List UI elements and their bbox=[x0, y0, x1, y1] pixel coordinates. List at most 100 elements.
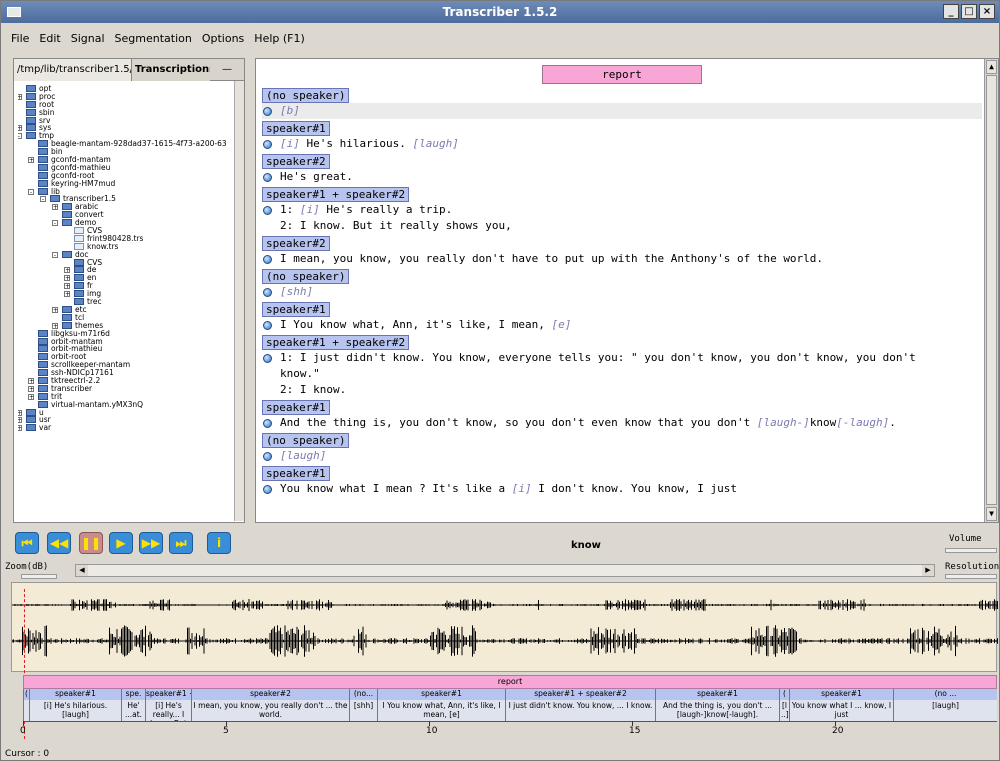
speaker-label[interactable]: (no speaker) bbox=[262, 433, 350, 448]
tree-item[interactable]: CVS bbox=[18, 258, 236, 267]
text-segment[interactable]: I mean, you know, you really don't ... t… bbox=[191, 700, 349, 721]
sync-bullet-icon[interactable] bbox=[263, 419, 272, 428]
collapse-icon[interactable]: - bbox=[18, 133, 22, 140]
menu-options[interactable]: Options bbox=[202, 29, 244, 49]
expand-icon[interactable]: + bbox=[52, 322, 58, 329]
segment-section[interactable]: report bbox=[23, 675, 997, 689]
transcript-line[interactable]: [i] He's hilarious. [laugh] bbox=[262, 136, 982, 152]
scroll-right-icon[interactable]: ▶ bbox=[922, 565, 934, 576]
expand-icon[interactable]: + bbox=[18, 417, 22, 424]
speaker-segment[interactable]: ( bbox=[779, 689, 789, 700]
transcript-line[interactable]: 2: I know. But it really shows you, bbox=[262, 218, 982, 234]
text-segment[interactable]: You know what I ... know, I just bbox=[789, 700, 893, 721]
collapse-icon[interactable]: - bbox=[28, 188, 34, 195]
speaker-segment[interactable]: (no ... bbox=[893, 689, 997, 700]
tree-item[interactable]: tcl bbox=[18, 313, 236, 322]
tree-item[interactable]: convert bbox=[18, 211, 236, 219]
speaker-segment[interactable]: speaker#2 bbox=[191, 689, 349, 700]
expand-icon[interactable]: + bbox=[18, 93, 22, 100]
speaker-segment[interactable]: speaker#1 + speaker#2 bbox=[505, 689, 655, 700]
scroll-left-icon[interactable]: ◀ bbox=[76, 565, 88, 576]
menu-help[interactable]: Help (F1) bbox=[254, 29, 304, 49]
sync-bullet-icon[interactable] bbox=[263, 140, 272, 149]
tree-item[interactable]: + fr bbox=[18, 282, 236, 290]
text-segment[interactable]: [laugh] bbox=[893, 700, 997, 721]
speaker-label[interactable]: speaker#1 bbox=[262, 302, 330, 317]
menu-signal[interactable]: Signal bbox=[71, 29, 105, 49]
editor-scrollbar[interactable]: ▲ ▼ bbox=[984, 59, 998, 522]
tree-item[interactable]: + de bbox=[18, 266, 236, 274]
path-tab[interactable]: /tmp/lib/transcriber1.5/dei bbox=[14, 59, 132, 81]
transcript-line[interactable]: [laugh] bbox=[262, 448, 982, 464]
speaker-label[interactable]: (no speaker) bbox=[262, 269, 350, 284]
tree-item[interactable]: know.trs bbox=[18, 242, 236, 251]
volume-slider[interactable] bbox=[945, 548, 997, 553]
waveform-panel[interactable] bbox=[11, 582, 998, 672]
expand-icon[interactable]: + bbox=[28, 377, 34, 384]
tree-item[interactable]: + img bbox=[18, 290, 236, 298]
sync-bullet-icon[interactable] bbox=[263, 452, 272, 461]
panel-menu-button[interactable]: — bbox=[210, 59, 244, 81]
speaker-label[interactable]: speaker#1 bbox=[262, 121, 330, 136]
transcript-line[interactable]: And the thing is, you don't know, so you… bbox=[262, 415, 982, 431]
collapse-icon[interactable]: - bbox=[40, 196, 46, 203]
goto-end-button[interactable]: ⏭ bbox=[169, 532, 193, 554]
tree-item[interactable]: sbin bbox=[18, 108, 236, 117]
text-segment[interactable]: I You know what, Ann, it's like, I mean,… bbox=[377, 700, 505, 721]
signal-scrollbar[interactable]: ◀ ▶ bbox=[75, 564, 935, 577]
speaker-label[interactable]: speaker#2 bbox=[262, 236, 330, 251]
transcript-line[interactable]: 1: I just didn't know. You know, everyon… bbox=[262, 350, 982, 366]
tree-item[interactable]: frint980428.trs bbox=[18, 235, 236, 243]
transcript-line[interactable]: 1: [i] He's really a trip. bbox=[262, 202, 982, 218]
scroll-up-icon[interactable]: ▲ bbox=[986, 60, 997, 74]
transcript-line[interactable]: 2: I know. bbox=[262, 382, 982, 398]
transcript-line[interactable]: I You know what, Ann, it's like, I mean,… bbox=[262, 317, 982, 333]
transcript-line[interactable]: He's great. bbox=[262, 169, 982, 185]
speaker-label[interactable]: speaker#1 bbox=[262, 400, 330, 415]
speaker-segment[interactable]: speaker#1 +. bbox=[145, 689, 191, 700]
info-button[interactable]: i bbox=[207, 532, 231, 554]
transcript-line[interactable]: [b] bbox=[262, 103, 982, 119]
sync-bullet-icon[interactable] bbox=[263, 288, 272, 297]
sync-bullet-icon[interactable] bbox=[263, 255, 272, 264]
zoom-slider[interactable] bbox=[21, 574, 57, 579]
expand-icon[interactable]: + bbox=[64, 291, 70, 298]
speaker-label[interactable]: speaker#1 bbox=[262, 466, 330, 481]
speaker-segment[interactable]: speaker#1 bbox=[789, 689, 893, 700]
section-header[interactable]: report bbox=[542, 65, 702, 84]
text-segment[interactable]: [i] He's really... I know. But it... bbox=[145, 700, 191, 721]
transcript-line[interactable]: know." bbox=[262, 366, 982, 382]
sync-bullet-icon[interactable] bbox=[263, 321, 272, 330]
expand-icon[interactable]: + bbox=[18, 409, 22, 416]
tree-item[interactable]: + en bbox=[18, 274, 236, 282]
text-segment[interactable]: [i] He's hilarious. [laugh] bbox=[29, 700, 121, 721]
sync-bullet-icon[interactable] bbox=[263, 173, 272, 182]
rewind-button[interactable]: ◀◀ bbox=[47, 532, 71, 554]
expand-icon[interactable]: + bbox=[18, 125, 22, 132]
speaker-segment[interactable]: spe. bbox=[121, 689, 145, 700]
expand-icon[interactable]: + bbox=[64, 267, 70, 274]
minimize-button[interactable]: _ bbox=[943, 4, 959, 19]
expand-icon[interactable]: + bbox=[64, 283, 70, 290]
sync-bullet-icon[interactable] bbox=[263, 354, 272, 363]
transcription-editor[interactable]: report (no speaker) [b] speaker#1 [i] He's … bbox=[255, 58, 999, 523]
expand-icon[interactable]: + bbox=[28, 385, 34, 392]
sync-bullet-icon[interactable] bbox=[263, 485, 272, 494]
speaker-label[interactable]: speaker#2 bbox=[262, 154, 330, 169]
file-tree-scrollbar[interactable] bbox=[234, 81, 244, 521]
scroll-thumb[interactable] bbox=[986, 75, 997, 505]
expand-icon[interactable]: + bbox=[52, 306, 58, 313]
speaker-label[interactable]: (no speaker) bbox=[262, 88, 350, 103]
tree-item[interactable]: - demo bbox=[18, 219, 236, 227]
transcript-line[interactable]: I mean, you know, you really don't have … bbox=[262, 251, 982, 267]
text-segment[interactable]: And the thing is, you don't ... [laugh-]… bbox=[655, 700, 779, 721]
menu-edit[interactable]: Edit bbox=[39, 29, 60, 49]
expand-icon[interactable]: + bbox=[18, 425, 22, 432]
tree-item[interactable]: + etc bbox=[18, 306, 236, 314]
text-segment[interactable]: [shh] bbox=[349, 700, 377, 721]
maximize-button[interactable]: □ bbox=[961, 4, 977, 19]
menu-file[interactable]: File bbox=[11, 29, 29, 49]
expand-icon[interactable]: + bbox=[28, 157, 34, 164]
expand-icon[interactable]: + bbox=[52, 204, 58, 211]
text-segment[interactable]: [l ..] bbox=[779, 700, 789, 721]
